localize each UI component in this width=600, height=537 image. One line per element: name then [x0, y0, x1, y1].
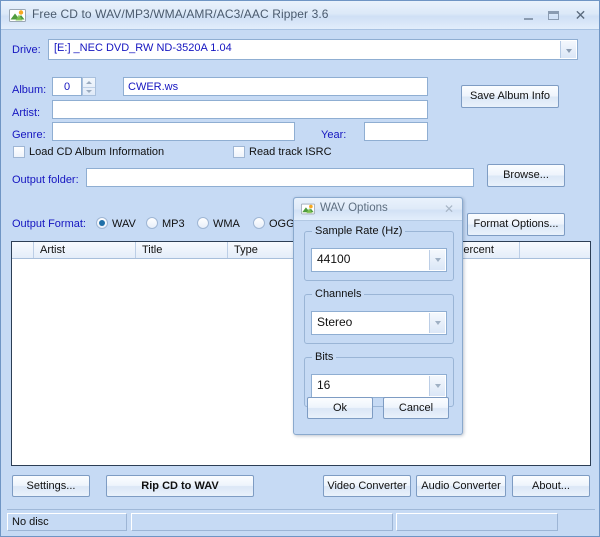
bits-value: 16 [317, 378, 330, 392]
chevron-down-icon[interactable] [429, 250, 445, 270]
load-cd-album-checkbox[interactable] [13, 146, 25, 158]
channels-value: Stereo [317, 315, 352, 329]
sample-rate-select[interactable]: 44100 [311, 248, 447, 272]
format-options-button[interactable]: Format Options... [467, 213, 565, 236]
save-album-info-button[interactable]: Save Album Info [461, 85, 559, 108]
album-number-input[interactable] [52, 77, 82, 96]
chevron-down-icon[interactable] [429, 313, 445, 333]
sample-rate-value: 44100 [317, 252, 350, 266]
format-radio-wma[interactable] [197, 217, 209, 229]
album-number-stepper[interactable] [82, 77, 96, 96]
settings-button[interactable]: Settings... [12, 475, 90, 497]
year-label: Year: [321, 129, 346, 141]
format-label-ogg: OGG [269, 218, 295, 230]
about-button[interactable]: About... [512, 475, 590, 497]
minimize-button[interactable] [520, 8, 537, 23]
table-column-title[interactable]: Title [136, 242, 228, 258]
format-label-mp3: MP3 [162, 218, 185, 230]
status-panel-info [396, 513, 558, 531]
window-titlebar: Free CD to WAV/MP3/WMA/AMR/AC3/AAC Rippe… [1, 1, 600, 30]
read-track-isrc-label: Read track ISRC [249, 146, 332, 158]
dialog-close-button[interactable]: ✕ [444, 202, 454, 216]
application-window: Free CD to WAV/MP3/WMA/AMR/AC3/AAC Rippe… [0, 0, 600, 537]
status-panel-progress [131, 513, 393, 531]
wav-options-dialog: WAV Options ✕ Sample Rate (Hz) 44100 Cha… [293, 197, 463, 435]
status-panel-disc: No disc [7, 513, 127, 531]
dialog-cancel-button[interactable]: Cancel [383, 397, 449, 419]
drive-label: Drive: [12, 44, 41, 56]
channels-select[interactable]: Stereo [311, 311, 447, 335]
format-label-wav: WAV [112, 218, 136, 230]
drive-select[interactable]: [E:] _NEC DVD_RW ND-3520A 1.04 [48, 39, 578, 60]
table-column-check[interactable] [12, 242, 34, 258]
table-column-artist[interactable]: Artist [34, 242, 136, 258]
window-title: Free CD to WAV/MP3/WMA/AMR/AC3/AAC Rippe… [32, 7, 329, 21]
output-folder-label: Output folder: [12, 174, 79, 186]
dialog-title: WAV Options [320, 202, 388, 214]
artist-input[interactable] [52, 100, 428, 119]
read-track-isrc-checkbox[interactable] [233, 146, 245, 158]
bits-group-label: Bits [312, 351, 336, 363]
format-radio-mp3[interactable] [146, 217, 158, 229]
table-column-extra-3[interactable] [520, 242, 590, 258]
channels-group-label: Channels [312, 288, 364, 300]
genre-input[interactable] [52, 122, 295, 141]
video-converter-button[interactable]: Video Converter [323, 475, 411, 497]
year-input[interactable] [364, 122, 428, 141]
status-bar: No disc [7, 509, 595, 532]
format-label-wma: WMA [213, 218, 240, 230]
output-folder-input[interactable] [86, 168, 474, 187]
app-cd-ripper-icon [9, 7, 26, 24]
browse-button[interactable]: Browse... [487, 164, 565, 187]
album-title-input[interactable] [123, 77, 428, 96]
output-format-label: Output Format: [12, 218, 86, 230]
format-radio-wav[interactable] [96, 217, 108, 229]
dialog-titlebar: WAV Options ✕ [294, 198, 462, 221]
genre-label: Genre: [12, 129, 46, 141]
sample-rate-group-label: Sample Rate (Hz) [312, 225, 405, 237]
chevron-down-icon[interactable] [429, 376, 445, 396]
maximize-button[interactable] [545, 8, 562, 23]
dialog-ok-button[interactable]: Ok [307, 397, 373, 419]
app-cd-ripper-icon [301, 202, 315, 216]
close-button[interactable]: ✕ [572, 8, 589, 23]
rip-cd-button[interactable]: Rip CD to WAV [106, 475, 254, 497]
drive-select-value: [E:] _NEC DVD_RW ND-3520A 1.04 [54, 42, 232, 54]
bits-select[interactable]: 16 [311, 374, 447, 398]
artist-label: Artist: [12, 107, 40, 119]
format-radio-ogg[interactable] [253, 217, 265, 229]
stepper-down-icon[interactable] [83, 87, 95, 96]
load-cd-album-label: Load CD Album Information [29, 146, 164, 158]
album-label: Album: [12, 84, 46, 96]
chevron-down-icon[interactable] [560, 41, 576, 58]
audio-converter-button[interactable]: Audio Converter [416, 475, 506, 497]
